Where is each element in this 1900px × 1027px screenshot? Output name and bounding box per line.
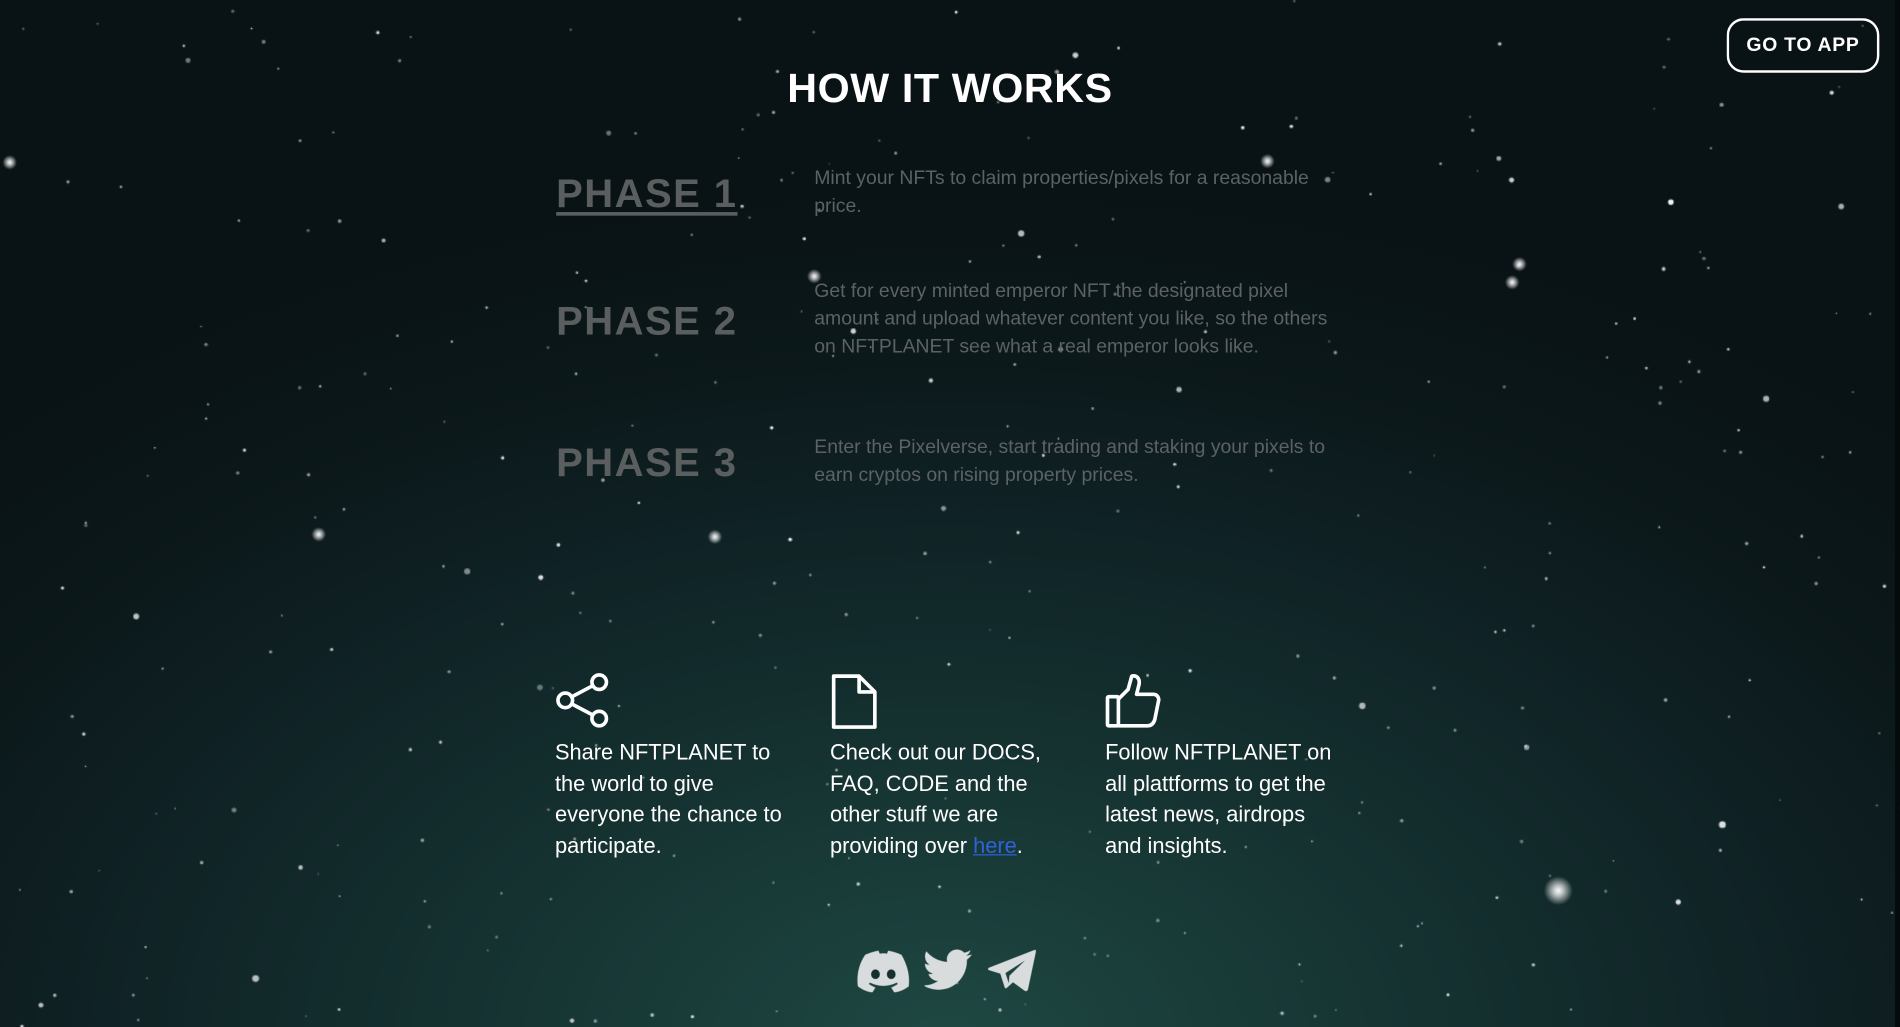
phase-2-tab[interactable]: PHASE 2 bbox=[556, 298, 737, 344]
scrollbar-edge bbox=[1895, 0, 1900, 1027]
phase-1-tab[interactable]: PHASE 1 bbox=[556, 171, 737, 217]
discord-icon[interactable] bbox=[857, 949, 910, 993]
share-icon bbox=[556, 673, 609, 728]
docs-feature-text-end: . bbox=[1016, 833, 1023, 858]
starfield-background bbox=[0, 0, 1900, 1027]
follow-feature-text: Follow NFTPLANET on all plattforms to ge… bbox=[1105, 740, 1332, 858]
phase-3-description: Enter the Pixelverse, start trading and … bbox=[814, 437, 1326, 486]
telegram-icon[interactable] bbox=[987, 949, 1036, 993]
phase-1-description: Mint your NFTs to claim properties/pixel… bbox=[814, 168, 1309, 217]
document-icon bbox=[831, 674, 877, 729]
phase-2-description: Get for every minted emperor NFT the des… bbox=[814, 281, 1328, 358]
docs-here-link[interactable]: here bbox=[973, 833, 1017, 857]
page: GO TO APP HOW IT WORKS PHASE 1 Mint your… bbox=[0, 0, 1900, 1027]
thumbs-up-icon bbox=[1105, 674, 1161, 728]
twitter-icon[interactable] bbox=[924, 949, 973, 990]
share-feature-text: Share NFTPLANET to the world to give eve… bbox=[554, 740, 782, 858]
phase-3-tab[interactable]: PHASE 3 bbox=[556, 440, 737, 486]
page-title: HOW IT WORKS bbox=[787, 65, 1113, 112]
docs-feature-text: Check out our DOCS, FAQ, CODE and the ot… bbox=[830, 738, 1072, 862]
